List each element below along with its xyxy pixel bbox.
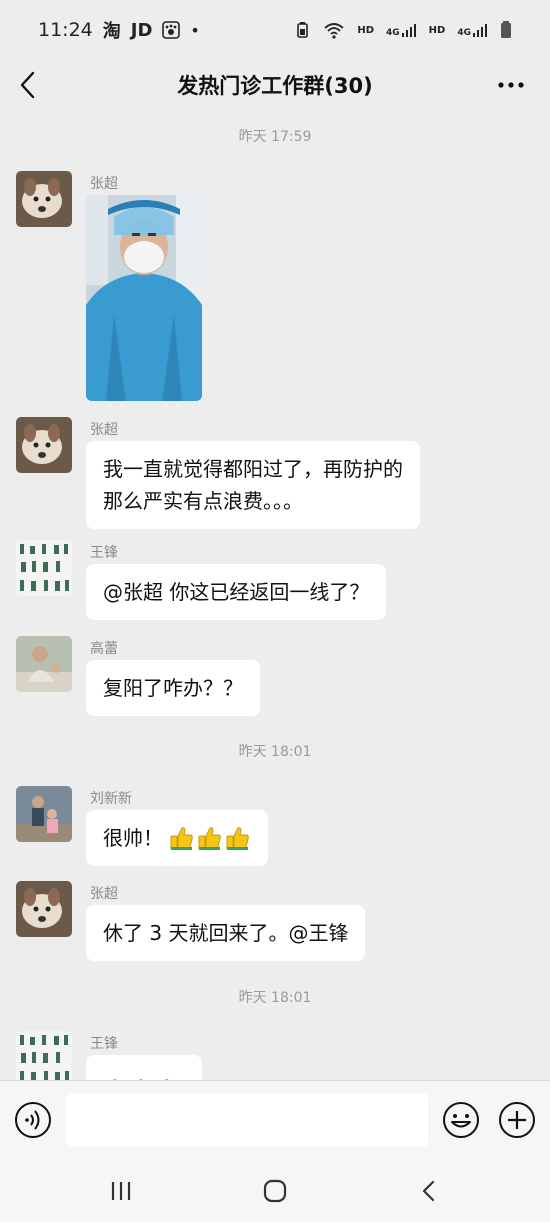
chat-header: 发热门诊工作群(30) [0,60,550,110]
more-dots-icon[interactable] [496,70,526,100]
status-bar: 11:24 淘 JD • HD 4G HD 4G [0,0,550,60]
message-item: 王锋 @张超 你这已经返回一线了？ [16,540,536,620]
hd-badge: HD [357,24,375,36]
clock: 11:24 [38,19,93,41]
recent-apps-icon[interactable] [106,1176,136,1206]
sender-name: 张超 [90,886,118,902]
home-icon[interactable] [260,1176,290,1206]
voice-icon[interactable] [14,1101,52,1139]
signal-icon-2 [473,24,487,37]
message-text: @张超 你这已经返回一线了？ [103,580,370,604]
message-bubble[interactable]: @张超 你这已经返回一线了？ [86,564,387,620]
message-text: 很帅！ [103,826,163,850]
wifi-icon [324,23,344,39]
chat-history[interactable]: 昨天 17:59 张超 张超 我一直就觉得都阳过了，再防护的 那么严实有点浪费。… [0,110,550,1080]
message-item: 王锋 [16,1031,536,1080]
network-type-2: 4G [457,28,471,38]
battery-icon [501,21,511,38]
avatar[interactable] [16,881,72,937]
thumbs-up-icon [226,827,249,850]
message-text: 复阳了咋办？？ [103,676,243,700]
jd-icon: JD [130,19,153,41]
message-text: 我一直就觉得都阳过了，再防护的 [103,457,403,481]
hd-badge-2: HD [428,24,446,36]
message-item: 张超 我一直就觉得都阳过了，再防护的 那么严实有点浪费。。。 [16,417,536,529]
photo-message[interactable] [86,195,202,401]
avatar[interactable] [16,636,72,692]
avatar[interactable] [16,1031,72,1080]
sender-name: 张超 [90,422,118,438]
baidu-icon [162,21,181,39]
avatar[interactable] [16,540,72,596]
sender-name: 张超 [90,176,118,192]
message-item: 张超 [16,171,536,406]
avatar[interactable] [16,171,72,227]
message-item: 高蕾 复阳了咋办？？ [16,636,536,716]
back-arrow-icon[interactable] [14,68,44,102]
chat-title: 发热门诊工作群(30) [177,74,373,98]
message-item: 张超 休了 3 天就回来了。@王锋 [16,881,536,961]
avatar[interactable] [16,417,72,473]
message-input[interactable] [66,1093,428,1147]
message-bubble[interactable]: 休了 3 天就回来了。@王锋 [86,905,366,961]
sender-name: 王锋 [90,1036,118,1052]
plus-icon[interactable] [498,1101,536,1139]
message-bubble[interactable]: 复阳了咋办？？ [86,660,260,716]
input-bar [0,1080,550,1160]
nav-back-icon[interactable] [414,1176,444,1206]
signal-icon [401,24,416,37]
sender-name: 刘新新 [90,791,132,807]
sender-name: 高蕾 [90,641,118,657]
message-text: 那么严实有点浪费。。。 [103,489,303,513]
emoji-icon[interactable] [442,1101,480,1139]
taobao-icon: 淘 [102,21,121,42]
message-bubble[interactable] [86,1055,202,1080]
network-type: 4G [386,28,400,38]
timestamp: 昨天 18:01 [238,990,312,1006]
system-nav-bar [0,1160,550,1222]
notification-dot: • [190,20,200,40]
message-bubble[interactable]: 很帅！ [86,810,268,866]
message-bubble[interactable]: 我一直就觉得都阳过了，再防护的 那么严实有点浪费。。。 [86,441,420,529]
timestamp: 昨天 17:59 [238,129,312,145]
avatar[interactable] [16,786,72,842]
thumbs-up-icon [198,827,221,850]
message-item: 刘新新 很帅！ [16,786,536,866]
message-text: 休了 3 天就回来了。@王锋 [103,921,349,945]
timestamp: 昨天 18:01 [238,744,312,760]
battery-saver-icon [297,22,309,38]
thumbs-up-icon [170,827,193,850]
sender-name: 王锋 [90,545,118,561]
